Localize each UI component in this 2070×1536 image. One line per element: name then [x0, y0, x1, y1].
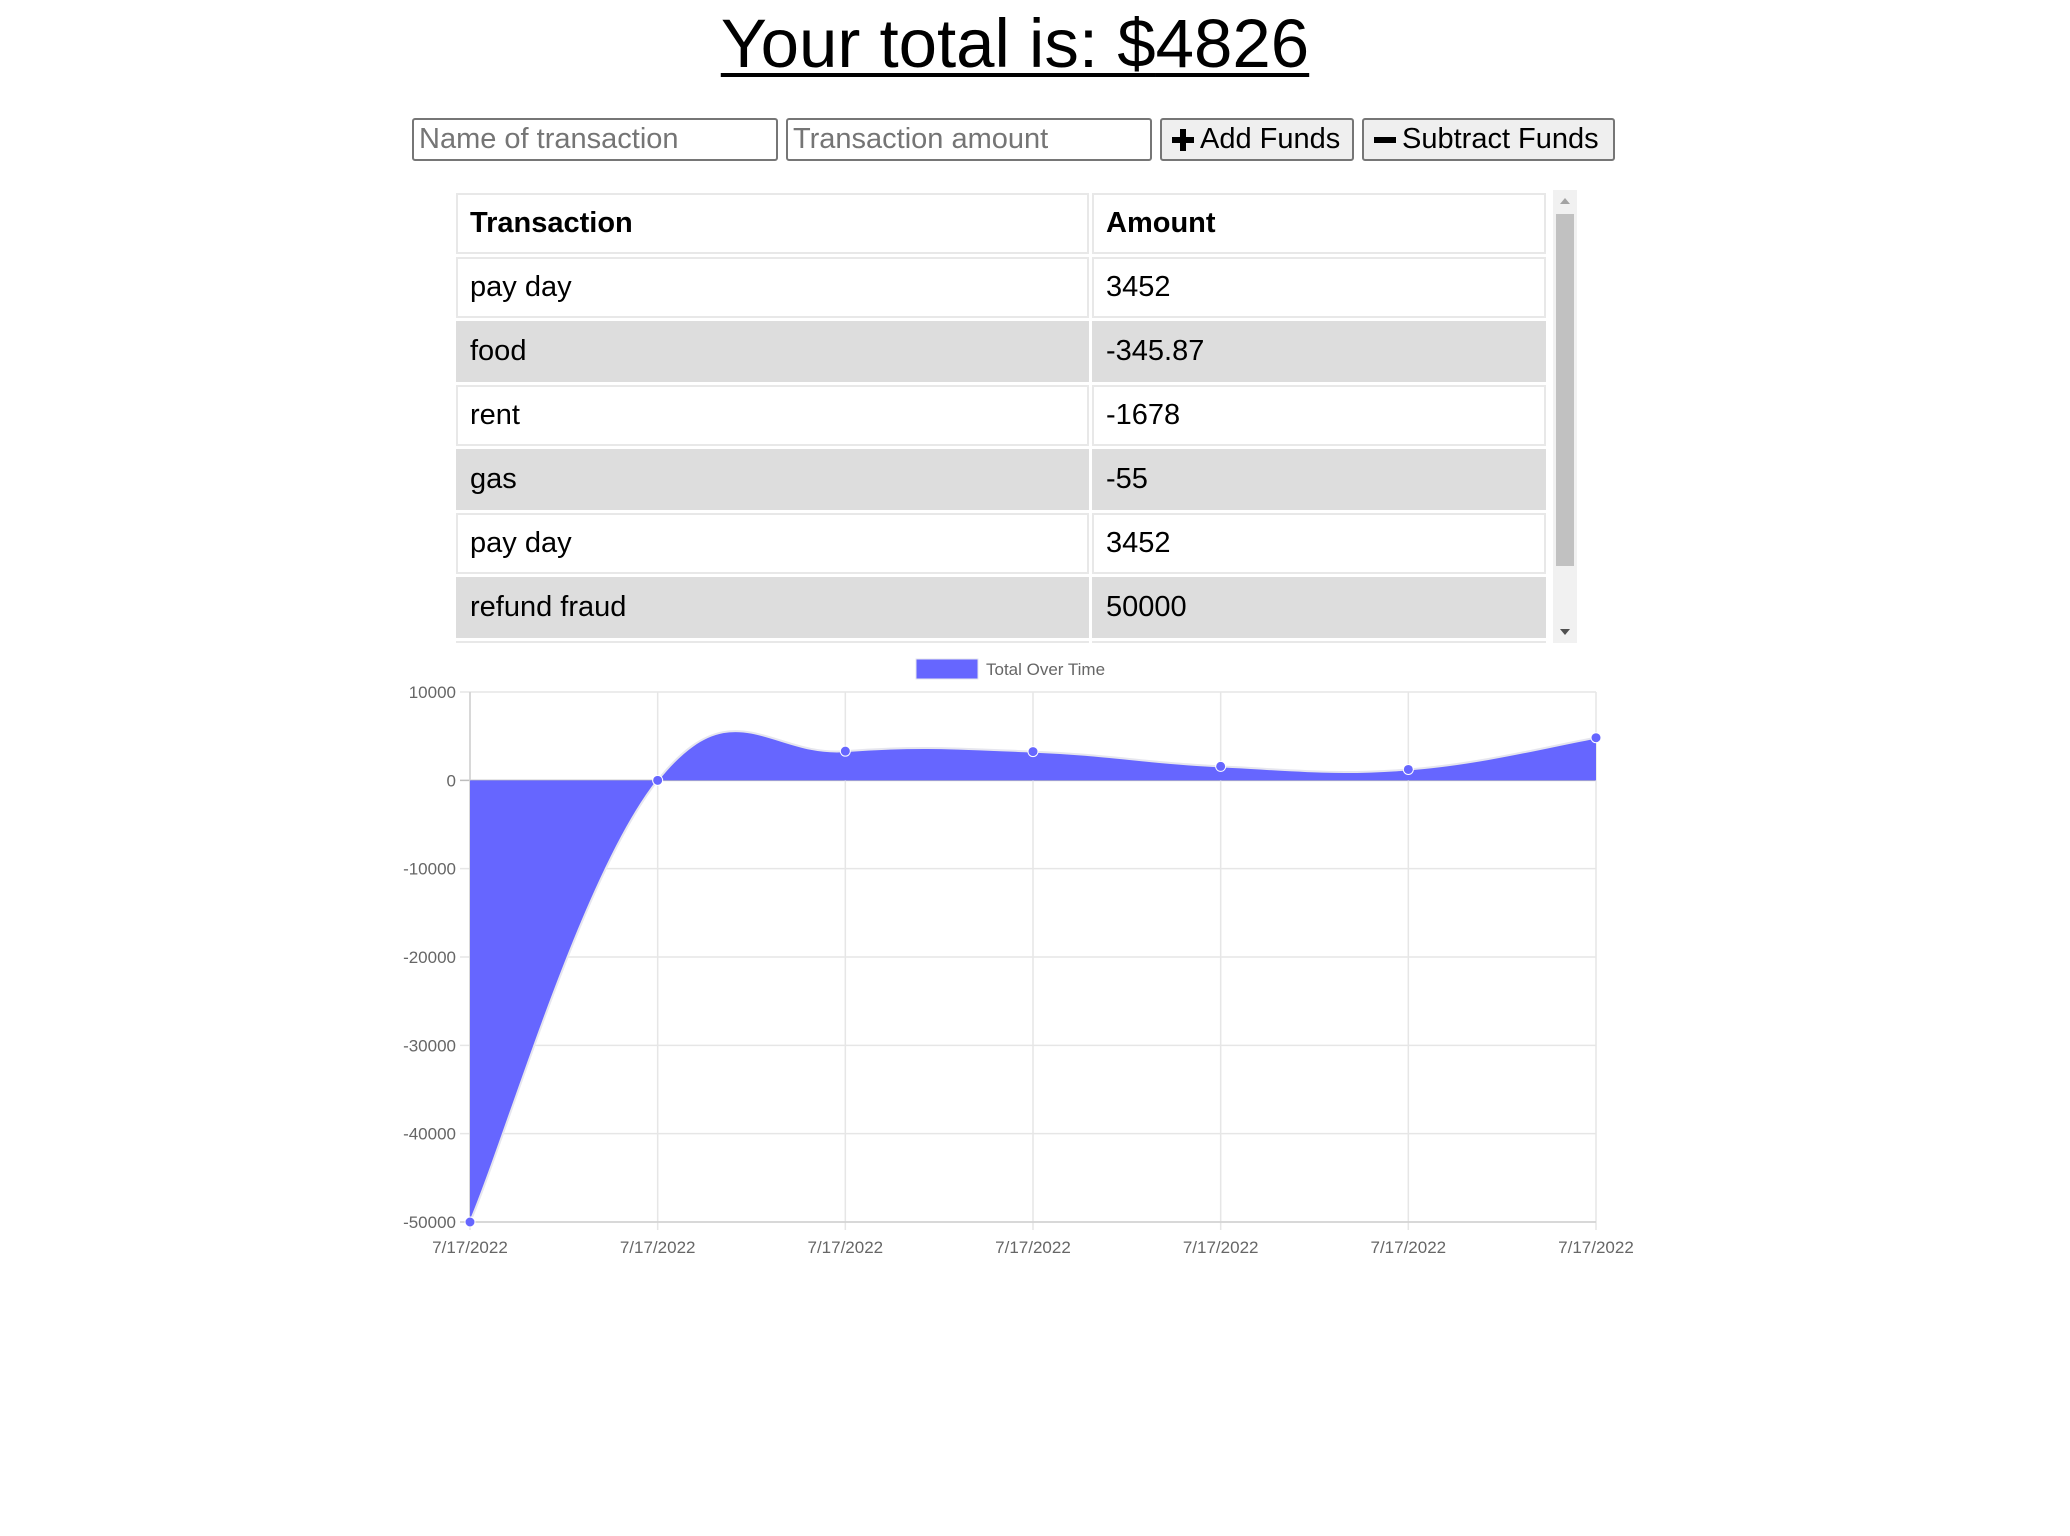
total-over-time-chart: 10000 0 -10000 -20000 -30000 -40000 -50000 7/17…	[403, 658, 1634, 1257]
x-tick-label: 7/17/2022	[1183, 1238, 1259, 1257]
x-tick-label: 7/17/2022	[620, 1238, 696, 1257]
data-point	[1402, 763, 1414, 775]
y-tick-label: 0	[447, 771, 456, 790]
y-tick-label: -40000	[403, 1125, 456, 1144]
data-point	[1027, 746, 1039, 758]
legend-swatch	[915, 658, 979, 680]
y-tick-label: -20000	[403, 948, 456, 967]
y-tick-label: 10000	[409, 683, 456, 702]
legend-label: Total Over Time	[986, 660, 1105, 679]
y-tick-label: -50000	[403, 1213, 456, 1232]
x-tick-label: 7/17/2022	[432, 1238, 508, 1257]
data-point	[1590, 732, 1602, 744]
x-tick-label: 7/17/2022	[995, 1238, 1071, 1257]
data-point	[839, 745, 851, 757]
x-tick-label: 7/17/2022	[808, 1238, 884, 1257]
data-point	[464, 1216, 476, 1228]
y-tick-label: -30000	[403, 1036, 456, 1055]
data-point	[1215, 760, 1227, 772]
x-tick-label: 7/17/2022	[1371, 1238, 1447, 1257]
x-tick-label: 7/17/2022	[1558, 1238, 1634, 1257]
data-point	[652, 774, 664, 786]
y-tick-label: -10000	[403, 860, 456, 879]
